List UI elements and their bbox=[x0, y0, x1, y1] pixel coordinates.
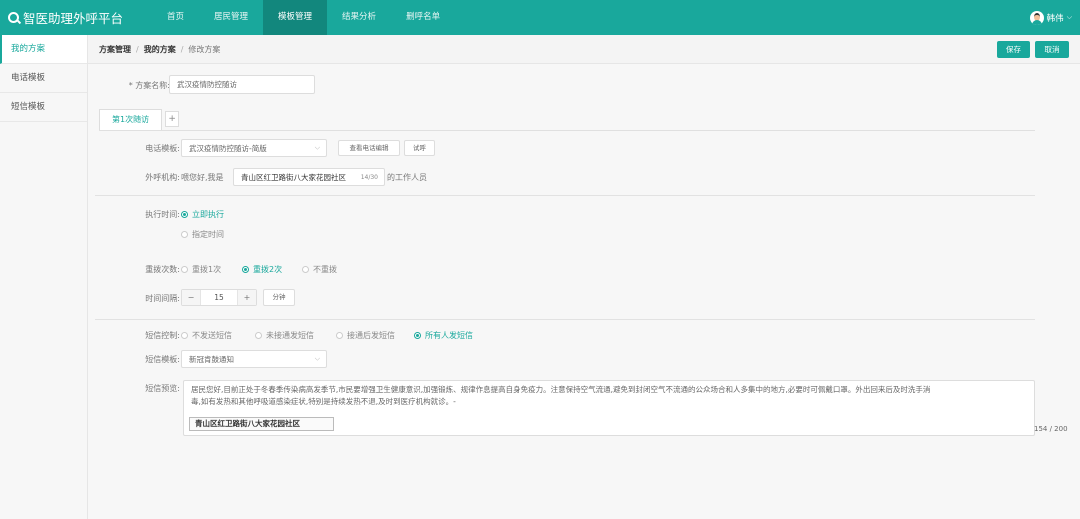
no-redial-label: 不重拨 bbox=[313, 265, 337, 274]
interval-value[interactable]: 15 bbox=[200, 290, 238, 305]
chevron-down-icon: ⌵ bbox=[314, 354, 320, 363]
org-value: 青山区红卫路街八大家花园社区 bbox=[241, 172, 346, 182]
tab-divider bbox=[99, 130, 1035, 131]
phone-template-label: 电话模板: bbox=[145, 144, 180, 153]
radio-checked[interactable] bbox=[414, 332, 421, 339]
sms-template-value: 新冠肯鼓通知 bbox=[189, 354, 234, 364]
radio-unchecked[interactable] bbox=[302, 266, 309, 273]
exec-now-option[interactable]: 立即执行 bbox=[181, 209, 224, 220]
sms-all-option[interactable]: 所有人发短信 bbox=[414, 330, 473, 341]
sms-template-label: 短信模板: bbox=[145, 355, 180, 364]
phone-template-value: 武汉疫情防控随访-简版 bbox=[189, 143, 267, 153]
search-logo-icon bbox=[8, 12, 19, 23]
radio-unchecked[interactable] bbox=[181, 231, 188, 238]
sms-answered-option[interactable]: 接通后发短信 bbox=[336, 330, 395, 341]
breadcrumb-current: 修改方案 bbox=[188, 44, 221, 54]
trial-call-button[interactable]: 试呼 bbox=[404, 140, 435, 156]
chevron-down-icon: ⌵ bbox=[314, 143, 320, 152]
sms-content-line1: 居民您好,目前正处于冬春季传染病高发季节,市民要增强卫生健康意识,加强锻炼、规律… bbox=[191, 385, 931, 394]
nav-home[interactable]: 首页 bbox=[152, 0, 199, 35]
save-button[interactable]: 保存 bbox=[997, 41, 1030, 58]
user-name: 韩伟 bbox=[1046, 13, 1064, 24]
interval-unit: 分钟 bbox=[263, 289, 295, 306]
org-prefix: 喂您好,我是 bbox=[181, 173, 224, 182]
nav-blocklist[interactable]: 删呼名单 bbox=[391, 0, 455, 35]
app-logo[interactable]: 智医助理外呼平台 bbox=[0, 8, 152, 27]
app-title: 智医助理外呼平台 bbox=[23, 11, 124, 26]
redial-1-option[interactable]: 重拨1次 bbox=[181, 264, 221, 275]
redial-2-label: 重拨2次 bbox=[253, 265, 283, 274]
exec-now-label: 立即执行 bbox=[192, 210, 224, 219]
sms-unanswered-option[interactable]: 未接通发短信 bbox=[255, 330, 314, 341]
sms-template-select[interactable]: 新冠肯鼓通知 ⌵ bbox=[181, 350, 327, 368]
sms-signature-tag[interactable]: 青山区红卫路街八大家花园社区 bbox=[189, 417, 334, 431]
section-divider bbox=[95, 319, 1035, 320]
sidebar: 我的方案 电话模板 短信模板 bbox=[0, 35, 88, 519]
sms-all-label: 所有人发短信 bbox=[425, 331, 473, 340]
sms-content-label: 短信预览: bbox=[145, 384, 180, 393]
org-label: 外呼机构: bbox=[145, 173, 180, 182]
sms-answered-label: 接通后发短信 bbox=[347, 331, 395, 340]
plan-name-label: * 方案名称: bbox=[128, 81, 170, 90]
org-char-count: 14/30 bbox=[360, 173, 378, 181]
main-nav: 首页 居民管理 模板管理 结果分析 删呼名单 bbox=[152, 0, 455, 35]
redial-2-option[interactable]: 重拨2次 bbox=[242, 264, 282, 275]
breadcrumb-separator: / bbox=[136, 44, 139, 54]
sidebar-item-sms-templates[interactable]: 短信模板 bbox=[0, 93, 87, 122]
redial-label: 重拨次数: bbox=[145, 265, 180, 274]
sidebar-item-phone-templates[interactable]: 电话模板 bbox=[0, 64, 87, 93]
sidebar-item-my-plans[interactable]: 我的方案 bbox=[0, 35, 87, 64]
no-redial-option[interactable]: 不重拨 bbox=[302, 264, 337, 275]
breadcrumb-plan-management[interactable]: 方案管理 bbox=[99, 44, 131, 55]
nav-templates[interactable]: 模板管理 bbox=[263, 0, 328, 35]
top-navbar: 智医助理外呼平台 首页 居民管理 模板管理 结果分析 删呼名单 韩伟 ⌵ bbox=[0, 0, 1080, 35]
radio-unchecked[interactable] bbox=[336, 332, 343, 339]
org-suffix: 的工作人员 bbox=[387, 173, 427, 182]
radio-checked[interactable] bbox=[242, 266, 249, 273]
section-divider bbox=[95, 195, 1035, 196]
phone-template-select[interactable]: 武汉疫情防控随访-简版 ⌵ bbox=[181, 139, 327, 157]
user-menu[interactable]: 韩伟 ⌵ bbox=[1029, 0, 1072, 35]
sms-unanswered-label: 未接通发短信 bbox=[266, 331, 314, 340]
main-content: 方案管理 / 我的方案 / 修改方案 保存 取消 * 方案名称: 武汉疫情防控随… bbox=[88, 35, 1080, 519]
plan-name-input[interactable]: 武汉疫情防控随访 bbox=[169, 75, 315, 94]
breadcrumb-separator: / bbox=[180, 44, 184, 54]
breadcrumb: 方案管理 / 我的方案 / 修改方案 bbox=[88, 35, 1080, 64]
nav-residents[interactable]: 居民管理 bbox=[199, 0, 263, 35]
view-phone-edit-button[interactable]: 查看电话编辑 bbox=[338, 140, 400, 156]
exec-scheduled-label: 指定时间 bbox=[192, 230, 224, 239]
tab-visit-1[interactable]: 第1次随访 bbox=[99, 109, 163, 130]
decrement-button[interactable]: − bbox=[182, 290, 200, 305]
increment-button[interactable]: + bbox=[238, 290, 256, 305]
radio-unchecked[interactable] bbox=[181, 266, 188, 273]
breadcrumb-my-plans[interactable]: 我的方案 bbox=[144, 44, 176, 55]
visit-tabs: 第1次随访 + bbox=[99, 109, 180, 130]
interval-label: 时间间隔: bbox=[145, 294, 180, 303]
radio-checked[interactable] bbox=[181, 211, 188, 218]
interval-stepper[interactable]: − 15 + bbox=[181, 289, 257, 306]
sms-char-counter: 154 / 200 bbox=[1034, 425, 1068, 433]
org-input[interactable]: 青山区红卫路街八大家花园社区 14/30 bbox=[233, 168, 385, 186]
exec-time-label: 执行时间: bbox=[145, 210, 180, 219]
sms-control-label: 短信控制: bbox=[145, 331, 180, 340]
avatar bbox=[1029, 10, 1044, 25]
sms-none-option[interactable]: 不发送短信 bbox=[181, 330, 232, 341]
add-tab-button[interactable]: + bbox=[165, 111, 180, 127]
radio-unchecked[interactable] bbox=[255, 332, 262, 339]
nav-analysis[interactable]: 结果分析 bbox=[327, 0, 391, 35]
sms-content-line2: 毒,如有发热和其他呼吸道感染症状,特别是持续发热不退,及时到医疗机构就诊。- bbox=[191, 397, 456, 406]
sms-none-label: 不发送短信 bbox=[192, 331, 232, 340]
chevron-down-icon: ⌵ bbox=[1066, 13, 1072, 21]
radio-unchecked[interactable] bbox=[181, 332, 188, 339]
cancel-button[interactable]: 取消 bbox=[1035, 41, 1069, 58]
exec-scheduled-option[interactable]: 指定时间 bbox=[181, 229, 224, 240]
redial-1-label: 重拨1次 bbox=[192, 265, 222, 274]
